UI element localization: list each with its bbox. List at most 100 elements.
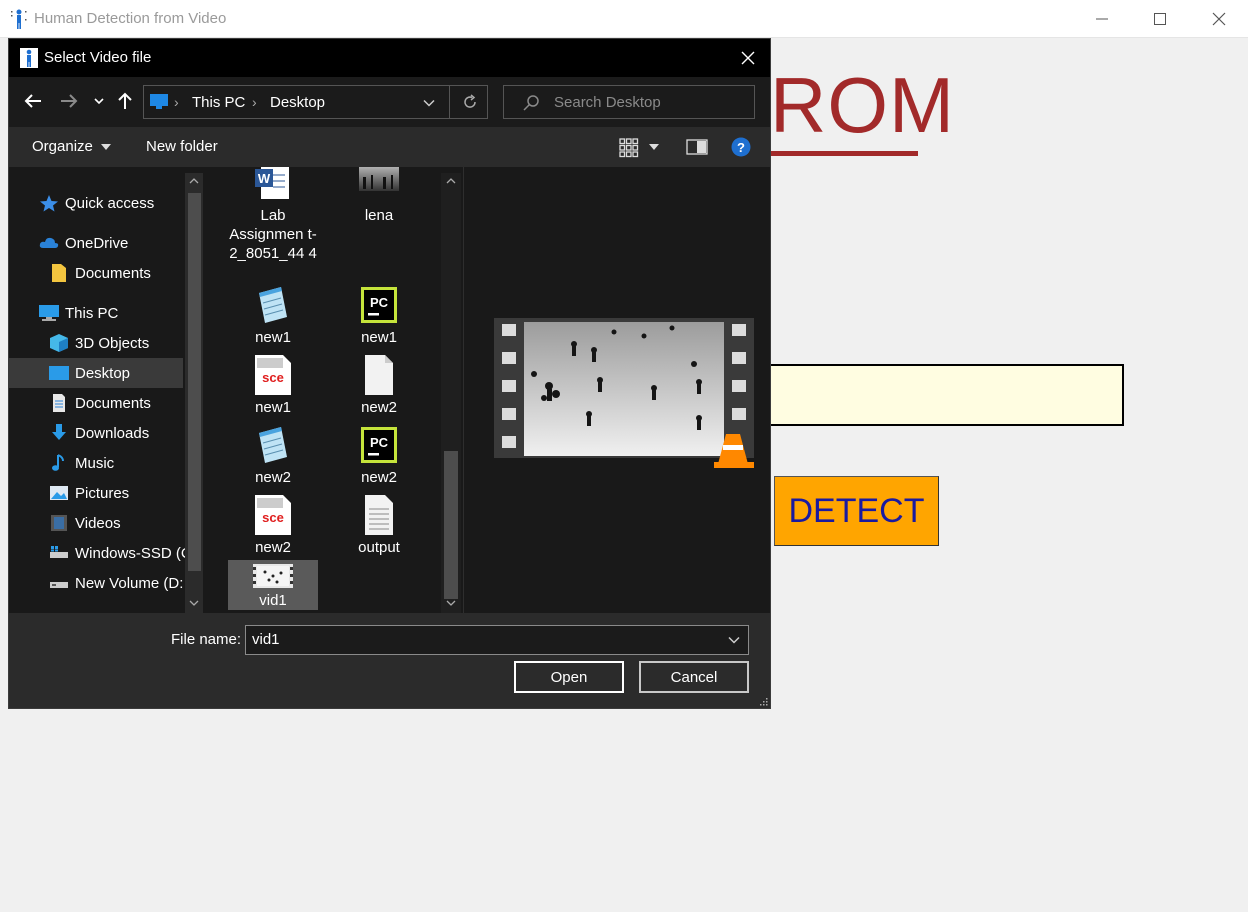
forward-button[interactable]	[57, 89, 81, 113]
cancel-button[interactable]: Cancel	[639, 661, 749, 693]
pycharm-icon: PC	[361, 427, 397, 463]
open-button[interactable]: Open	[514, 661, 624, 693]
scroll-down-icon[interactable]	[189, 599, 199, 607]
nav-label: Desktop	[75, 364, 131, 382]
app-heading: ROM	[770, 61, 955, 149]
file-name-value: vid1	[252, 631, 280, 648]
file-list: W Lab Assignmen t-2_8051_44 4 lena new1 …	[209, 167, 461, 613]
file-item[interactable]: PC new2	[334, 425, 424, 487]
file-dialog: Select Video file › This PC › Desktop Se…	[8, 38, 771, 709]
file-scrollbar-thumb[interactable]	[444, 451, 458, 599]
nav-item-pictures[interactable]: Pictures	[49, 478, 185, 508]
help-icon[interactable]: ?	[731, 137, 751, 157]
maximize-button[interactable]	[1131, 0, 1189, 38]
scroll-up-icon[interactable]	[446, 177, 456, 185]
close-icon	[741, 51, 755, 65]
address-history-button[interactable]	[416, 92, 442, 114]
nav-item-new-volume[interactable]: New Volume (D:	[49, 568, 185, 598]
dialog-app-icon	[20, 48, 38, 68]
nav-item-windows-ssd[interactable]: Windows-SSD (C	[49, 538, 185, 568]
file-item[interactable]: W Lab Assignmen t-2_8051_44 4	[228, 167, 318, 263]
resize-grip-icon[interactable]	[758, 696, 768, 706]
dialog-close-button[interactable]	[726, 39, 770, 77]
file-name-dropdown-button[interactable]	[724, 630, 744, 650]
file-item-selected[interactable]: vid1	[228, 560, 318, 610]
app-title: Human Detection from Video	[34, 10, 227, 27]
new-folder-button[interactable]: New folder	[146, 138, 218, 155]
address-bar[interactable]: › This PC › Desktop	[143, 85, 488, 119]
file-item[interactable]: new2	[334, 355, 424, 417]
view-grid-icon[interactable]	[619, 138, 639, 158]
breadcrumb-desktop[interactable]: Desktop	[270, 94, 325, 111]
organize-button[interactable]: Organize	[32, 138, 112, 155]
scroll-down-icon[interactable]	[446, 599, 456, 607]
drive-icon	[50, 546, 68, 558]
view-options-caret-icon[interactable]	[649, 144, 659, 150]
breadcrumb-separator: ›	[252, 94, 257, 110]
text-file-icon	[365, 495, 393, 535]
back-button[interactable]	[21, 89, 45, 113]
video-path-input[interactable]	[770, 364, 1124, 426]
search-box[interactable]: Search Desktop	[503, 85, 755, 119]
file-item[interactable]: PC new1	[334, 285, 424, 347]
file-item[interactable]: output	[334, 495, 424, 557]
download-icon	[52, 424, 66, 440]
file-label: Lab Assignmen t-2_8051_44 4	[229, 207, 317, 262]
file-item[interactable]: new1	[228, 285, 318, 347]
caret-down-icon	[101, 144, 112, 151]
nav-scrollbar-thumb[interactable]	[188, 193, 201, 571]
arrow-left-icon	[24, 94, 41, 108]
nav-item-3d-objects[interactable]: 3D Objects	[49, 328, 185, 358]
chevron-down-icon	[423, 99, 435, 107]
nav-item-music[interactable]: Music	[49, 448, 185, 478]
nav-item-documents[interactable]: Documents	[49, 388, 185, 418]
refresh-button[interactable]	[449, 86, 489, 118]
computer-icon	[39, 305, 59, 321]
nav-label: Music	[75, 454, 115, 472]
video-icon	[253, 564, 293, 588]
svg-text:PC: PC	[370, 435, 389, 450]
arrow-right-icon	[61, 94, 78, 108]
file-label: output	[358, 539, 400, 556]
nav-item-this-pc[interactable]: This PC	[39, 298, 185, 328]
nav-item-videos[interactable]: Videos	[49, 508, 185, 538]
cube-icon	[50, 334, 68, 352]
recent-locations-button[interactable]	[89, 89, 109, 113]
nav-item-onedrive-documents[interactable]: Documents	[49, 258, 185, 288]
file-label: new2	[255, 539, 291, 556]
minimize-button[interactable]	[1073, 0, 1131, 38]
nav-label: Documents	[75, 264, 151, 282]
file-item[interactable]: new2	[228, 425, 318, 487]
music-icon	[52, 454, 64, 471]
detect-button[interactable]: DETECT	[774, 476, 939, 546]
file-label: new1	[361, 329, 397, 346]
file-item[interactable]: sce new1	[228, 355, 318, 417]
close-window-button[interactable]	[1190, 0, 1248, 38]
nav-item-quick-access[interactable]: Quick access	[39, 188, 185, 218]
scroll-up-icon[interactable]	[189, 177, 199, 185]
file-name-input[interactable]: vid1	[245, 625, 749, 655]
preview-pane-icon[interactable]	[686, 139, 708, 155]
refresh-icon	[463, 94, 476, 108]
videos-icon	[51, 515, 67, 531]
svg-text:PC: PC	[370, 295, 389, 310]
nav-item-desktop[interactable]: Desktop	[9, 358, 183, 388]
file-label: new2	[361, 399, 397, 416]
nav-item-onedrive[interactable]: OneDrive	[39, 228, 185, 258]
nav-scrollbar[interactable]	[185, 173, 203, 613]
nav-label: Quick access	[65, 194, 155, 212]
minimize-icon	[1096, 18, 1108, 20]
breadcrumb-this-pc[interactable]: This PC	[192, 94, 245, 111]
chevron-down-icon	[728, 636, 740, 644]
file-item[interactable]: sce new2	[228, 495, 318, 557]
drive-icon	[50, 582, 68, 588]
up-button[interactable]	[113, 89, 137, 113]
file-list-scrollbar[interactable]	[441, 173, 461, 613]
nav-item-downloads[interactable]: Downloads	[49, 418, 185, 448]
pictures-icon	[50, 486, 68, 500]
star-icon	[40, 195, 58, 212]
scilab-icon: sce	[255, 355, 291, 395]
dialog-titlebar: Select Video file	[9, 39, 770, 77]
nav-label: Windows-SSD (C	[75, 544, 185, 562]
file-item[interactable]: lena	[334, 167, 424, 225]
